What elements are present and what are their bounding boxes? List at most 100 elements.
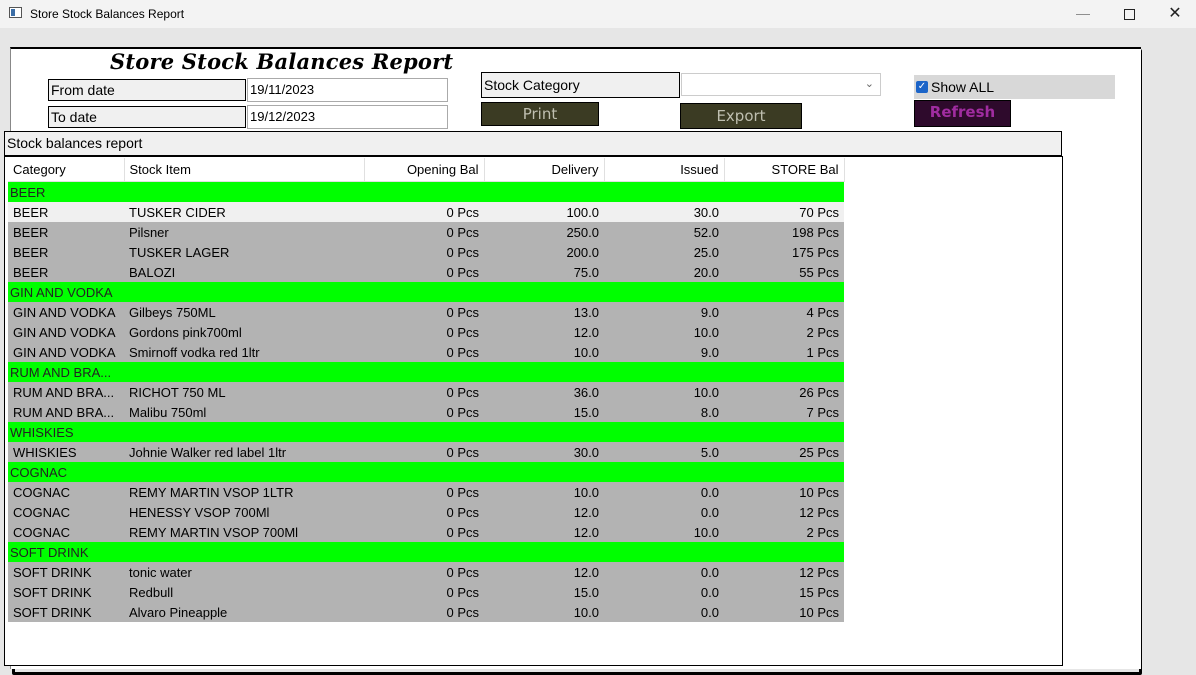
cell-store-bal: 2 Pcs <box>724 322 844 342</box>
cell-store-bal: 7 Pcs <box>724 402 844 422</box>
table-row[interactable]: GIN AND VODKA Gordons pink700ml 0 Pcs 12.0 1… <box>8 322 844 342</box>
table-row[interactable]: COGNAC HENESSY VSOP 700Ml 0 Pcs 12.0 0.0 12 P… <box>8 502 844 522</box>
table-body: BEER BEER TUSKER CIDER 0 Pcs 100.0 30.0 70 Pcs… <box>8 181 844 622</box>
cell-delivery: 15.0 <box>484 402 604 422</box>
table-row[interactable]: RUM AND BRA... Malibu 750ml 0 Pcs 15.0 8.0 7 … <box>8 402 844 422</box>
cell-issued: 9.0 <box>604 302 724 322</box>
grid-caption: Stock balances report <box>4 131 1062 156</box>
cell-category: SOFT DRINK <box>8 602 124 622</box>
chevron-down-icon: ⌄ <box>864 78 874 90</box>
cell-opening-bal: 0 Pcs <box>364 242 484 262</box>
cell-issued: 0.0 <box>604 602 724 622</box>
refresh-button[interactable]: Refresh <box>914 100 1011 127</box>
cell-issued: 52.0 <box>604 222 724 242</box>
group-row[interactable]: SOFT DRINK <box>8 542 844 562</box>
column-header-opening-bal[interactable]: Opening Bal <box>364 158 485 182</box>
group-label: COGNAC <box>8 462 844 482</box>
cell-stock-item: REMY MARTIN VSOP 1LTR <box>124 482 364 502</box>
group-row[interactable]: RUM AND BRA... <box>8 362 844 382</box>
from-date-input[interactable]: 19/11/2023 <box>247 78 448 102</box>
table-row[interactable]: GIN AND VODKA Smirnoff vodka red 1ltr 0 Pc… <box>8 342 844 362</box>
cell-store-bal: 12 Pcs <box>724 502 844 522</box>
minimize-button[interactable]: — <box>1060 0 1106 28</box>
cell-store-bal: 198 Pcs <box>724 222 844 242</box>
stock-table: Category Stock Item Opening Bal Delivery… <box>8 158 845 622</box>
cell-store-bal: 15 Pcs <box>724 582 844 602</box>
cell-stock-item: TUSKER LAGER <box>124 242 364 262</box>
cell-issued: 8.0 <box>604 402 724 422</box>
table-row[interactable]: COGNAC REMY MARTIN VSOP 700Ml 0 Pcs 12.0 10.… <box>8 522 844 542</box>
cell-opening-bal: 0 Pcs <box>364 382 484 402</box>
cell-delivery: 12.0 <box>484 502 604 522</box>
table-row[interactable]: SOFT DRINK Redbull 0 Pcs 15.0 0.0 15 Pcs <box>8 582 844 602</box>
cell-delivery: 30.0 <box>484 442 604 462</box>
table-row[interactable]: SOFT DRINK Alvaro Pineapple 0 Pcs 10.0 0.0 10… <box>8 602 844 622</box>
to-date-input[interactable]: 19/12/2023 <box>247 105 448 129</box>
app-icon <box>9 7 22 18</box>
cell-opening-bal: 0 Pcs <box>364 302 484 322</box>
cell-store-bal: 10 Pcs <box>724 602 844 622</box>
cell-issued: 10.0 <box>604 522 724 542</box>
cell-category: WHISKIES <box>8 442 124 462</box>
cell-delivery: 200.0 <box>484 242 604 262</box>
column-header-delivery[interactable]: Delivery <box>484 158 605 182</box>
cell-opening-bal: 0 Pcs <box>364 442 484 462</box>
cell-category: RUM AND BRA... <box>8 402 124 422</box>
export-button[interactable]: Export <box>680 103 802 129</box>
cell-opening-bal: 0 Pcs <box>364 262 484 282</box>
cell-category: COGNAC <box>8 482 124 502</box>
cell-issued: 9.0 <box>604 342 724 362</box>
table-row[interactable]: BEER TUSKER LAGER 0 Pcs 200.0 25.0 175 Pcs <box>8 242 844 262</box>
cell-delivery: 15.0 <box>484 582 604 602</box>
group-row[interactable]: GIN AND VODKA <box>8 282 844 302</box>
show-all-checkbox[interactable]: ✓ <box>916 81 928 93</box>
cell-issued: 25.0 <box>604 242 724 262</box>
cell-store-bal: 10 Pcs <box>724 482 844 502</box>
table-row[interactable]: BEER Pilsner 0 Pcs 250.0 52.0 198 Pcs <box>8 222 844 242</box>
window-title: Store Stock Balances Report <box>30 7 185 21</box>
column-header-stock-item[interactable]: Stock Item <box>124 158 365 182</box>
close-button[interactable]: ✕ <box>1152 0 1196 28</box>
cell-stock-item: Alvaro Pineapple <box>124 602 364 622</box>
cell-issued: 0.0 <box>604 562 724 582</box>
column-header-store-bal[interactable]: STORE Bal <box>724 158 845 182</box>
table-row[interactable]: SOFT DRINK tonic water 0 Pcs 12.0 0.0 12 Pcs <box>8 562 844 582</box>
column-header-category[interactable]: Category <box>8 158 125 182</box>
cell-store-bal: 175 Pcs <box>724 242 844 262</box>
cell-issued: 5.0 <box>604 442 724 462</box>
group-label: GIN AND VODKA <box>8 282 844 302</box>
group-label: RUM AND BRA... <box>8 362 844 382</box>
table-row[interactable]: GIN AND VODKA Gilbeys 750ML 0 Pcs 13.0 9.0 4 … <box>8 302 844 322</box>
group-row[interactable]: BEER <box>8 181 844 202</box>
cell-stock-item: TUSKER CIDER <box>124 202 364 222</box>
cell-opening-bal: 0 Pcs <box>364 522 484 542</box>
column-header-issued[interactable]: Issued <box>604 158 725 182</box>
table-row[interactable]: COGNAC REMY MARTIN VSOP 1LTR 0 Pcs 10.0 0.0 1… <box>8 482 844 502</box>
cell-stock-item: Redbull <box>124 582 364 602</box>
table-row[interactable]: BEER BALOZI 0 Pcs 75.0 20.0 55 Pcs <box>8 262 844 282</box>
group-label: WHISKIES <box>8 422 844 442</box>
cell-category: SOFT DRINK <box>8 562 124 582</box>
cell-delivery: 13.0 <box>484 302 604 322</box>
cell-category: BEER <box>8 222 124 242</box>
maximize-button[interactable] <box>1106 0 1152 28</box>
table-row[interactable]: WHISKIES Johnie Walker red label 1ltr 0 Pc… <box>8 442 844 462</box>
group-row[interactable]: WHISKIES <box>8 422 844 442</box>
cell-category: RUM AND BRA... <box>8 382 124 402</box>
print-button[interactable]: Print <box>481 102 599 126</box>
to-date-label: To date <box>48 106 246 128</box>
cell-issued: 0.0 <box>604 582 724 602</box>
cell-issued: 10.0 <box>604 322 724 342</box>
cell-opening-bal: 0 Pcs <box>364 482 484 502</box>
cell-category: COGNAC <box>8 502 124 522</box>
group-row[interactable]: COGNAC <box>8 462 844 482</box>
stock-category-select[interactable]: ⌄ <box>681 73 881 96</box>
cell-store-bal: 25 Pcs <box>724 442 844 462</box>
cell-issued: 10.0 <box>604 382 724 402</box>
cell-stock-item: tonic water <box>124 562 364 582</box>
table-row[interactable]: BEER TUSKER CIDER 0 Pcs 100.0 30.0 70 Pcs <box>8 202 844 222</box>
table-row[interactable]: RUM AND BRA... RICHOT 750 ML 0 Pcs 36.0 10.0… <box>8 382 844 402</box>
cell-opening-bal: 0 Pcs <box>364 402 484 422</box>
cell-category: SOFT DRINK <box>8 582 124 602</box>
cell-delivery: 12.0 <box>484 322 604 342</box>
